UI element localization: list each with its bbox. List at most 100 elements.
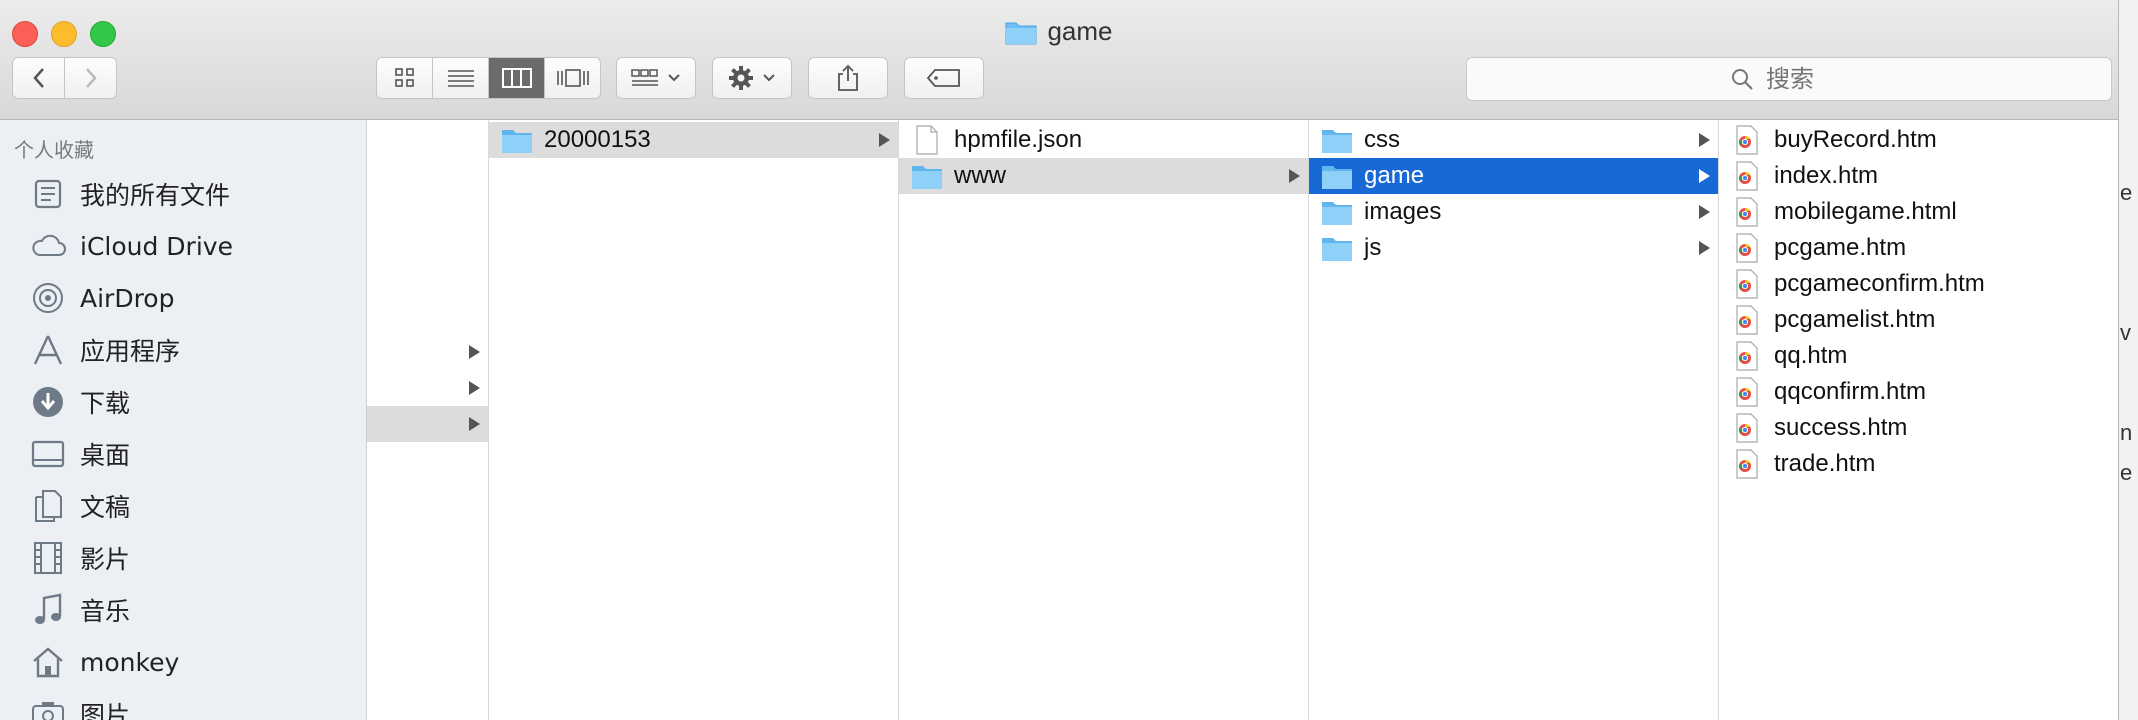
home-icon (30, 644, 66, 680)
folder-name: 20000153 (544, 126, 651, 153)
cover-flow-view-button[interactable] (545, 58, 600, 98)
file-row[interactable]: pcgame.htm (1719, 230, 2118, 266)
sidebar-item-desktop[interactable]: 桌面 (0, 430, 366, 478)
folder-row[interactable]: js (1309, 230, 1718, 266)
title-bar: game (0, 16, 2118, 50)
forward-button[interactable] (65, 58, 116, 98)
disclosure-arrow-icon (1289, 169, 1300, 183)
cloud-icon (30, 228, 66, 264)
folder-icon (1322, 202, 1352, 225)
html-file-icon (1736, 269, 1758, 299)
file-row[interactable]: mobilegame.html (1719, 194, 2118, 230)
html-file-icon (1736, 197, 1758, 227)
sidebar-item-airdrop[interactable]: AirDrop (0, 274, 366, 322)
file-row[interactable]: hpmfile.json (899, 122, 1308, 158)
browser-column-4: css game images js (1309, 120, 1719, 720)
html-file-icon (1736, 341, 1758, 371)
search-field[interactable] (1466, 57, 2112, 101)
sidebar-item-music[interactable]: 音乐 (0, 586, 366, 634)
sidebar-item-applications[interactable]: 应用程序 (0, 326, 366, 374)
disclosure-arrow-icon (1699, 133, 1710, 147)
minimize-button[interactable] (51, 21, 77, 47)
sidebar-item-downloads[interactable]: 下载 (0, 378, 366, 426)
sidebar-item-documents[interactable]: 文稿 (0, 482, 366, 530)
browser-column-5: buyRecord.htm index.htm mobilegame.html … (1719, 120, 2118, 720)
disclosure-arrow-icon (1699, 241, 1710, 255)
html-file-icon (1736, 305, 1758, 335)
folder-row[interactable]: game (1309, 158, 1718, 194)
background-text: n (2120, 420, 2133, 445)
chevron-right-icon (85, 68, 97, 88)
file-row[interactable]: buyRecord.htm (1719, 122, 2118, 158)
documents-icon (30, 488, 66, 524)
folder-name: game (1364, 162, 1425, 189)
file-row[interactable]: trade.htm (1719, 446, 2118, 482)
arrange-icon (631, 69, 658, 86)
html-file-icon (1736, 449, 1758, 479)
sidebar-item-all-my-files[interactable]: 我的所有文件 (0, 170, 366, 218)
file-row[interactable]: pcgameconfirm.htm (1719, 266, 2118, 302)
list-view-button[interactable] (433, 58, 489, 98)
search-input[interactable] (1764, 64, 1848, 94)
back-button[interactable] (13, 58, 65, 98)
folder-icon (502, 130, 532, 153)
search-icon (1732, 69, 1753, 90)
file-name: qqconfirm.htm (1774, 378, 1927, 405)
background-text: e (2120, 460, 2133, 485)
arrange-button[interactable] (616, 57, 696, 99)
sidebar: 个人收藏 我的所有文件 iCloud Drive AirDrop 应用程序 下载… (0, 120, 367, 720)
sidebar-item-label: monkey (80, 647, 180, 677)
sidebar-item-label: 文稿 (80, 493, 131, 522)
share-button[interactable] (808, 57, 888, 99)
folder-row[interactable]: css (1309, 122, 1718, 158)
sidebar-item-label: 图片 (80, 701, 131, 720)
folder-row[interactable]: images (1309, 194, 1718, 230)
cover-flow-icon (556, 69, 589, 87)
file-name: success.htm (1774, 414, 1908, 441)
folder-icon (1322, 238, 1352, 261)
html-file-icon (1736, 161, 1758, 191)
disclosure-arrow-icon (1699, 205, 1710, 219)
gear-icon (729, 66, 753, 90)
sidebar-item-icloud-drive[interactable]: iCloud Drive (0, 222, 366, 270)
edit-tags-button[interactable] (904, 57, 984, 99)
list-item[interactable] (367, 334, 488, 370)
zoom-button[interactable] (90, 21, 116, 47)
chevron-down-icon (763, 74, 775, 82)
file-name: mobilegame.html (1774, 198, 1957, 225)
sidebar-item-label: 音乐 (80, 597, 131, 626)
grid-icon (394, 68, 414, 87)
folder-row[interactable]: www (899, 158, 1308, 194)
toolbar: game (0, 0, 2118, 120)
html-file-icon (1736, 125, 1758, 155)
file-row[interactable]: success.htm (1719, 410, 2118, 446)
list-item[interactable] (367, 370, 488, 406)
desktop-icon (30, 436, 66, 472)
sidebar-item-label: iCloud Drive (80, 231, 233, 261)
background-text: v (2120, 320, 2131, 345)
folder-row[interactable]: 20000153 (489, 122, 898, 158)
chevron-down-icon (668, 74, 680, 82)
file-row[interactable]: index.htm (1719, 158, 2118, 194)
file-row[interactable]: pcgamelist.htm (1719, 302, 2118, 338)
columns-icon (501, 68, 532, 88)
folder-name: www (954, 162, 1006, 189)
file-name: index.htm (1774, 162, 1879, 189)
list-item[interactable] (367, 406, 488, 442)
file-row[interactable]: qq.htm (1719, 338, 2118, 374)
sidebar-item-pictures[interactable]: 图片 (0, 690, 366, 720)
disclosure-arrow-icon (469, 381, 480, 395)
tag-icon (927, 69, 960, 87)
sidebar-item-movies[interactable]: 影片 (0, 534, 366, 582)
sidebar-item-home[interactable]: monkey (0, 638, 366, 686)
chevron-left-icon (32, 68, 44, 88)
sidebar-item-label: 我的所有文件 (80, 181, 231, 210)
column-view-button[interactable] (489, 58, 545, 98)
folder-icon (1005, 22, 1037, 44)
icon-view-button[interactable] (377, 58, 433, 98)
file-row[interactable]: qqconfirm.htm (1719, 374, 2118, 410)
sidebar-item-label: 影片 (80, 545, 131, 574)
close-button[interactable] (12, 21, 38, 47)
applications-icon (30, 332, 66, 368)
action-button[interactable] (712, 57, 792, 99)
